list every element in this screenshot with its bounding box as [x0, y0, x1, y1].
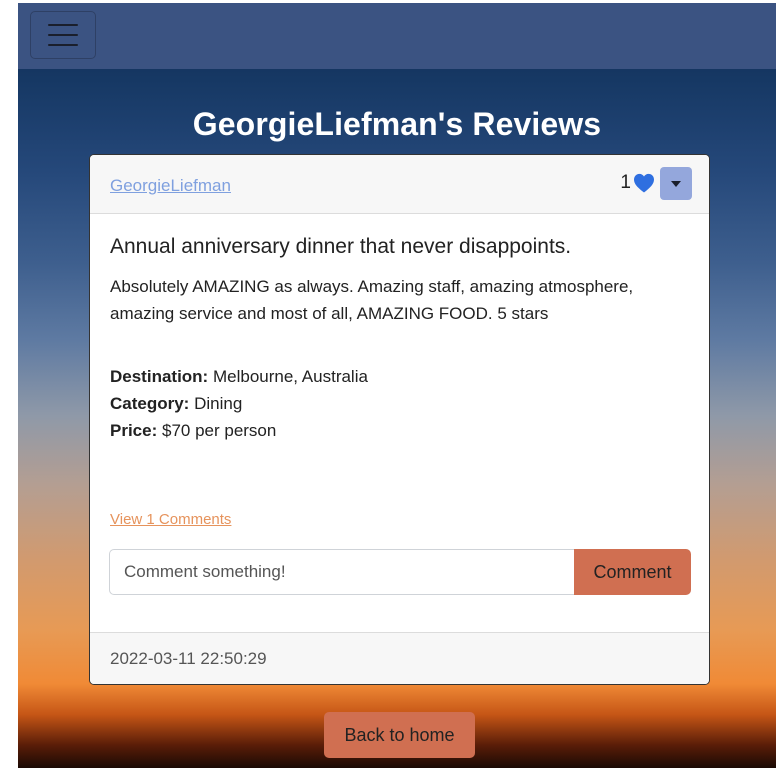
review-card: GeorgieLiefman 1 Annual anniversary dinn… — [89, 154, 710, 685]
view-comments-link[interactable]: View 1 Comments — [110, 511, 231, 528]
destination-label: Destination: — [110, 367, 209, 386]
destination-value: Melbourne, Australia — [212, 367, 368, 386]
comment-form: Comment — [109, 549, 691, 595]
options-dropdown-button[interactable] — [660, 167, 692, 200]
review-card-body: Annual anniversary dinner that never dis… — [110, 213, 689, 444]
category-value: Dining — [194, 394, 243, 413]
comment-input[interactable] — [109, 549, 574, 595]
category-label: Category: — [110, 394, 190, 413]
caret-down-icon — [671, 180, 681, 187]
page-title: GeorgieLiefman's Reviews — [192, 106, 602, 142]
comment-button[interactable]: Comment — [574, 549, 691, 595]
review-details: Destination: Melbourne, Australia Catego… — [110, 363, 689, 444]
review-text: Absolutely AMAZING as always. Amazing st… — [110, 277, 634, 323]
review-card-footer: 2022-03-11 22:50:29 — [90, 632, 709, 684]
back-to-home-button[interactable]: Back to home — [324, 712, 475, 758]
likes-count: 1 — [620, 172, 631, 193]
price-value: $70 per person — [161, 421, 277, 440]
review-title: Annual anniversary dinner that never dis… — [110, 235, 572, 258]
page-background: GeorgieLiefman's Reviews GeorgieLiefman … — [18, 3, 776, 768]
hamburger-menu-icon — [48, 24, 78, 46]
review-timestamp: 2022-03-11 22:50:29 — [110, 649, 267, 668]
price-label: Price: — [110, 421, 158, 440]
hamburger-menu-button[interactable] — [30, 11, 96, 59]
category-row: Category: Dining — [110, 390, 689, 417]
likes: 1 — [620, 172, 655, 194]
navbar — [18, 3, 776, 69]
price-row: Price: $70 per person — [110, 417, 689, 444]
heart-icon[interactable] — [633, 173, 655, 193]
destination-row: Destination: Melbourne, Australia — [110, 363, 689, 390]
author-link[interactable]: GeorgieLiefman — [110, 176, 231, 196]
review-card-header: GeorgieLiefman 1 — [90, 155, 709, 214]
